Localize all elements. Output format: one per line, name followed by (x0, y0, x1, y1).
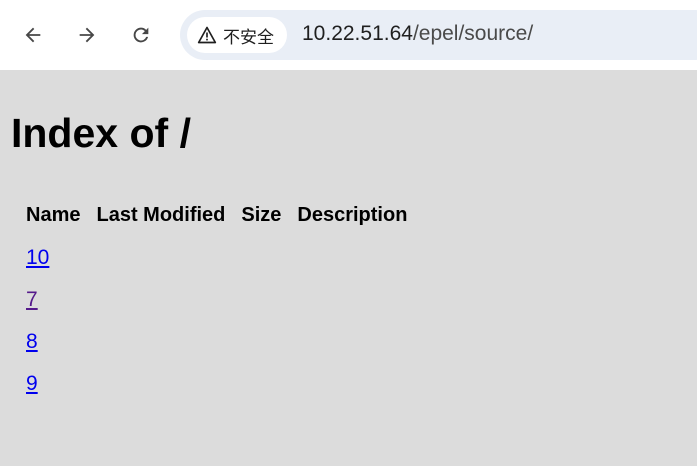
empty-cell (289, 279, 415, 321)
directory-link[interactable]: 7 (26, 288, 38, 311)
forward-arrow-icon (79, 27, 95, 43)
name-cell: 7 (18, 279, 88, 321)
directory-link[interactable]: 9 (26, 372, 38, 395)
security-label: 不安全 (223, 27, 274, 48)
address-bar[interactable]: 不安全 10.22.51.64/epel/source/ (180, 10, 697, 60)
warning-triangle-icon (197, 25, 217, 45)
table-row: 10 (18, 237, 415, 279)
url-host: 10.22.51.64 (302, 22, 413, 45)
column-header-name: Name (26, 204, 81, 226)
back-button[interactable] (15, 17, 51, 53)
table-row: 9 (18, 363, 415, 405)
browser-toolbar: 不安全 10.22.51.64/epel/source/ (0, 0, 697, 70)
table-row: 7 (18, 279, 415, 321)
directory-table: Name Last Modified Size Description 10 7 8… (18, 198, 415, 405)
back-arrow-icon (25, 27, 41, 43)
empty-cell (289, 237, 415, 279)
directory-link[interactable]: 10 (26, 246, 49, 269)
forward-button[interactable] (69, 17, 105, 53)
empty-cell (233, 363, 289, 405)
url-text[interactable]: 10.22.51.64/epel/source/ (302, 22, 533, 46)
directory-link[interactable]: 8 (26, 330, 38, 353)
empty-cell (233, 279, 289, 321)
empty-cell (88, 279, 233, 321)
table-header-row: Name Last Modified Size Description (18, 198, 415, 237)
page-content: Index of / Name Last Modified Size Descr… (0, 70, 697, 466)
table-row: 8 (18, 321, 415, 363)
name-cell: 9 (18, 363, 88, 405)
reload-icon (133, 27, 149, 43)
empty-cell (88, 237, 233, 279)
security-chip[interactable]: 不安全 (187, 17, 287, 53)
column-header-description: Description (297, 204, 408, 226)
name-cell: 10 (18, 237, 88, 279)
empty-cell (233, 321, 289, 363)
name-cell: 8 (18, 321, 88, 363)
empty-cell (289, 363, 415, 405)
page-title: Index of / (11, 110, 191, 156)
empty-cell (88, 363, 233, 405)
column-header-last-modified: Last Modified (96, 204, 226, 226)
url-path: /epel/source/ (412, 22, 534, 45)
column-header-size: Size (241, 204, 282, 226)
reload-button[interactable] (123, 17, 159, 53)
empty-cell (88, 321, 233, 363)
empty-cell (289, 321, 415, 363)
empty-cell (233, 237, 289, 279)
